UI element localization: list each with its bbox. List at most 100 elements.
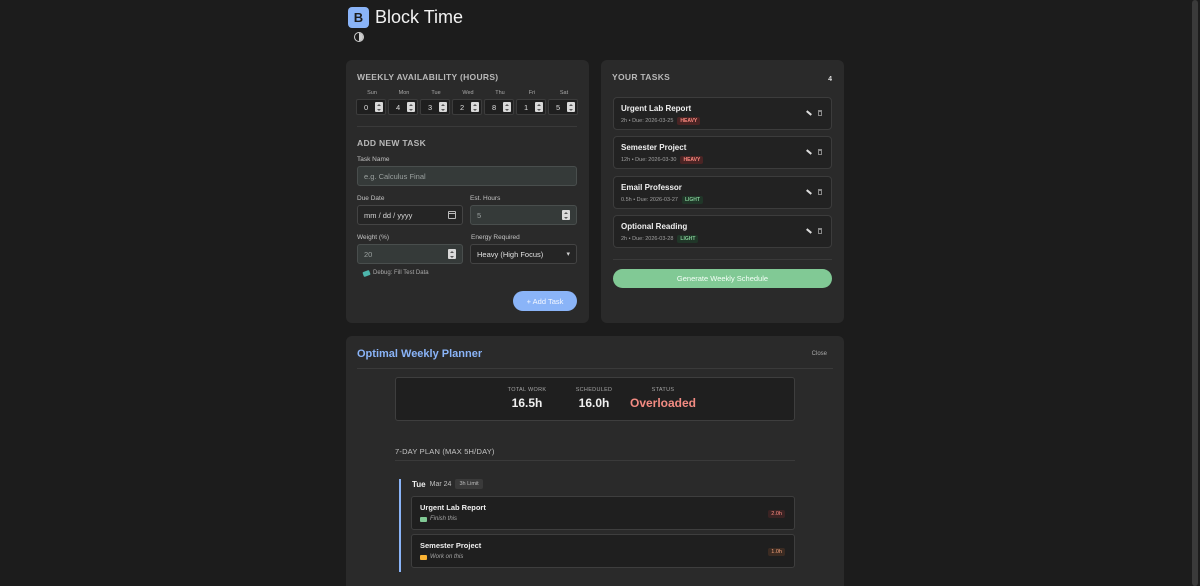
day-label: Tue xyxy=(431,90,441,96)
day-hours-input[interactable]: 8 xyxy=(484,99,514,115)
task-name-label: Task Name xyxy=(357,156,390,163)
plan-entry-name: Semester Project xyxy=(420,541,482,550)
task-name: Email Professor xyxy=(621,183,682,192)
spinner-icon[interactable] xyxy=(448,249,456,259)
availability-days: Sun 0 Mon 4 Tue 3 Wed 2 Thu 8 Fri 1 Sat 5 xyxy=(356,90,580,115)
divider xyxy=(395,460,795,461)
stat-value: 16.0h xyxy=(578,396,610,410)
spinner-icon[interactable] xyxy=(503,102,511,112)
day-label: Sat xyxy=(559,90,569,96)
weight-label: Weight (%) xyxy=(357,234,390,241)
tasks-card: YOUR TASKS 4 Urgent Lab Report 2h • Due:… xyxy=(601,60,844,323)
plan-entry-note: Finish this xyxy=(420,516,457,522)
day-wed: Wed 2 xyxy=(452,90,484,115)
edit-icon[interactable] xyxy=(806,189,812,195)
due-date-input[interactable]: mm / dd / yyyy xyxy=(357,205,463,225)
task-item[interactable]: Urgent Lab Report 2h • Due: 2026-03-25 HE… xyxy=(613,97,832,130)
task-meta: 2h • Due: 2026-03-25 HEAVY xyxy=(621,117,701,125)
task-name-placeholder: e.g. Calculus Final xyxy=(364,171,426,181)
spinner-icon[interactable] xyxy=(375,102,383,112)
day-hours-value: 8 xyxy=(492,102,497,112)
scrollbar-thumb[interactable] xyxy=(1192,0,1198,586)
task-name: Optional Reading xyxy=(621,222,688,231)
debug-label: Debug: Fill Test Data xyxy=(373,270,429,276)
trash-icon[interactable] xyxy=(818,110,822,116)
spinner-icon[interactable] xyxy=(471,102,479,112)
trash-icon[interactable] xyxy=(818,228,822,234)
task-item[interactable]: Optional Reading 2h • Due: 2026-03-28 LIG… xyxy=(613,215,832,248)
plan-day-header: Tue Mar 24 3h Limit xyxy=(412,479,483,489)
chevron-down-icon: ▾ xyxy=(566,251,570,258)
task-name-input[interactable]: e.g. Calculus Final xyxy=(357,166,577,186)
day-fri: Fri 1 xyxy=(516,90,548,115)
task-meta: 12h • Due: 2026-03-30 HEAVY xyxy=(621,156,704,164)
day-hours-input[interactable]: 0 xyxy=(356,99,386,115)
day-label: Wed xyxy=(462,90,474,96)
total-work-stat: TOTAL WORK 16.5h xyxy=(507,387,547,410)
day-sat: Sat 5 xyxy=(548,90,580,115)
calendar-icon[interactable] xyxy=(448,211,456,219)
add-task-button[interactable]: + Add Task xyxy=(513,291,577,311)
edit-icon[interactable] xyxy=(806,149,812,155)
day-hours-input[interactable]: 2 xyxy=(452,99,482,115)
spinner-icon[interactable] xyxy=(562,210,570,220)
tasks-count: 4 xyxy=(828,76,832,83)
task-meta-text: 2h • Due: 2026-03-25 xyxy=(621,118,674,124)
plan-entry: Semester Project Work on this 1.0h xyxy=(411,534,795,568)
task-item[interactable]: Semester Project 12h • Due: 2026-03-30 HE… xyxy=(613,136,832,169)
plan-note-text: Work on this xyxy=(430,554,464,560)
weight-input[interactable]: 20 xyxy=(357,244,463,264)
check-icon xyxy=(420,516,427,522)
planner-title: Optimal Weekly Planner xyxy=(357,348,483,360)
est-hours-input[interactable]: 5 xyxy=(470,205,577,225)
hours-badge: 2.0h xyxy=(768,510,785,518)
plan-title: 7-DAY PLAN (MAX 5H/DAY) xyxy=(395,447,495,456)
day-hours-input[interactable]: 4 xyxy=(388,99,418,115)
stat-label: STATUS xyxy=(651,387,675,393)
page-scrollbar[interactable] xyxy=(1190,0,1200,586)
due-date-placeholder: mm / dd / yyyy xyxy=(364,210,413,220)
day-hours-value: 1 xyxy=(524,102,529,112)
edit-icon[interactable] xyxy=(806,228,812,234)
close-button[interactable]: Close xyxy=(812,351,827,357)
plan-note-text: Finish this xyxy=(430,516,458,522)
day-thu: Thu 8 xyxy=(484,90,516,115)
day-limit-tag: 3h Limit xyxy=(455,479,483,489)
debug-fill-button[interactable]: Debug: Fill Test Data xyxy=(362,269,429,277)
plan-entry: Urgent Lab Report Finish this 2.0h xyxy=(411,496,795,530)
energy-badge: HEAVY xyxy=(677,117,701,125)
availability-card: WEEKLY AVAILABILITY (HOURS) Sun 0 Mon 4 Tu… xyxy=(346,60,589,323)
day-hours-input[interactable]: 3 xyxy=(420,99,450,115)
task-item[interactable]: Email Professor 0.5h • Due: 2026-03-27 LI… xyxy=(613,176,832,209)
spinner-icon[interactable] xyxy=(567,102,575,112)
spinner-icon[interactable] xyxy=(535,102,543,112)
energy-badge: LIGHT xyxy=(677,235,699,243)
add-task-title: ADD NEW TASK xyxy=(357,138,427,148)
trash-icon[interactable] xyxy=(818,189,822,195)
spinner-icon[interactable] xyxy=(407,102,415,112)
day-hours-input[interactable]: 1 xyxy=(516,99,546,115)
day-hours-input[interactable]: 5 xyxy=(548,99,578,115)
task-meta-text: 12h • Due: 2026-03-30 xyxy=(621,157,677,163)
energy-value: Heavy (High Focus) xyxy=(477,249,544,259)
app-logo: B xyxy=(348,7,369,28)
day-label: Sun xyxy=(367,90,377,96)
edit-icon[interactable] xyxy=(806,110,812,116)
day-label: Thu xyxy=(495,90,505,96)
theme-toggle-icon[interactable] xyxy=(354,32,364,42)
timeline-line xyxy=(399,479,401,572)
plan-entry-name: Urgent Lab Report xyxy=(420,503,486,512)
due-date-label: Due Date xyxy=(357,195,385,202)
day-hours-value: 2 xyxy=(460,102,465,112)
stat-label: SCHEDULED xyxy=(575,387,613,393)
hand-pointing-icon xyxy=(420,554,427,560)
task-meta-text: 0.5h • Due: 2026-03-27 xyxy=(621,197,678,203)
day-hours-value: 3 xyxy=(428,102,433,112)
trash-icon[interactable] xyxy=(818,149,822,155)
task-meta: 0.5h • Due: 2026-03-27 LIGHT xyxy=(621,196,703,204)
energy-select[interactable]: Heavy (High Focus) ▾ xyxy=(470,244,577,264)
divider xyxy=(357,126,577,127)
generate-schedule-button[interactable]: Generate Weekly Schedule xyxy=(613,269,832,288)
task-meta-text: 2h • Due: 2026-03-28 xyxy=(621,236,674,242)
spinner-icon[interactable] xyxy=(439,102,447,112)
